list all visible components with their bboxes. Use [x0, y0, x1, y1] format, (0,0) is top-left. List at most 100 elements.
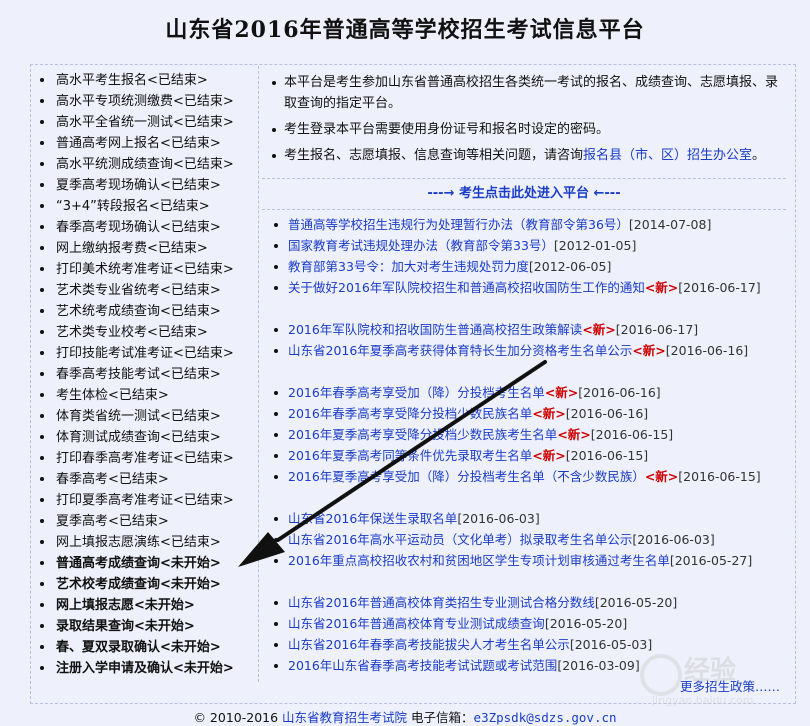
sidebar-item-label: 网上缴纳报考费<已结束>	[56, 241, 208, 256]
sidebar-item[interactable]: 考生体检<已结束>	[40, 385, 258, 406]
sidebar-item-label: 网上填报志愿<未开始>	[56, 598, 195, 613]
bullet-icon	[274, 265, 278, 269]
bullet-icon	[274, 328, 278, 332]
sidebar-item[interactable]: 艺术校考成绩查询<未开始>	[40, 574, 258, 595]
news-link[interactable]: 国家教育考试违规处理办法（教育部令第33号）	[288, 238, 554, 253]
sidebar-item[interactable]: 春季高考现场确认<已结束>	[40, 217, 258, 238]
new-badge: <新>	[632, 343, 666, 358]
contact-office-link[interactable]: 报名县（市、区）招生办公室	[583, 148, 752, 163]
news-date: [2016-06-15]	[565, 448, 649, 463]
news-link[interactable]: 2016年夏季高考同等条件优先录取考生名单	[288, 448, 532, 463]
sidebar-item-label: “3+4”转段报名<已结束>	[56, 199, 210, 214]
sidebar-item[interactable]: 春季高考<已结束>	[40, 469, 258, 490]
news-link[interactable]: 2016年军队院校和招收国防生普通高校招生政策解读	[288, 322, 582, 337]
sidebar-item-label: 高水平考生报名<已结束>	[56, 73, 208, 88]
sidebar-item[interactable]: 高水平专项统测缴费<已结束>	[40, 91, 258, 112]
news-link[interactable]: 2016年重点高校招收农村和贫困地区学生专项计划审核通过考生名单	[288, 553, 670, 568]
news-date: [2014-07-08]	[628, 217, 712, 232]
new-badge: <新>	[532, 448, 566, 463]
news-link[interactable]: 普通高等学校招生违规行为处理暂行办法（教育部令第36号）	[288, 217, 629, 232]
sidebar-item[interactable]: 录取结果查询<未开始>	[40, 616, 258, 637]
sidebar-item[interactable]: 艺术统考成绩查询<已结束>	[40, 301, 258, 322]
sidebar-item[interactable]: 艺术类专业校考<已结束>	[40, 322, 258, 343]
bullet-icon	[40, 329, 44, 334]
new-badge: <新>	[557, 427, 591, 442]
bullet-icon	[40, 392, 44, 397]
bullet-icon	[40, 77, 44, 82]
news-item: 山东省2016年夏季高考获得体育特长生加分资格考生名单公示<新>[2016-06…	[268, 340, 786, 382]
news-link[interactable]: 2016年夏季高考享受降分投档少数民族考生名单	[288, 427, 557, 442]
sidebar-item[interactable]: 注册入学申请及确认<未开始>	[40, 658, 258, 679]
notice-item: 考生报名、志愿填报、信息查询等相关问题，请咨询报名县（市、区）招生办公室。	[268, 145, 786, 166]
bullet-icon	[274, 244, 278, 248]
sidebar-item[interactable]: 打印美术统考准考证<已结束>	[40, 259, 258, 280]
news-list: 普通高等学校招生违规行为处理暂行办法（教育部令第36号）[2014-07-08]…	[268, 214, 786, 676]
news-link[interactable]: 2016年夏季高考享受加（降）分投档考生名单（不含少数民族）	[288, 469, 645, 484]
news-date: [2016-06-03]	[632, 532, 715, 547]
bullet-icon	[40, 119, 44, 124]
news-link[interactable]: 教育部第33号令：加大对考生违规处罚力度	[288, 259, 529, 274]
news-date: [2016-05-20]	[594, 595, 678, 610]
news-date: [2016-06-16]	[665, 343, 749, 358]
sidebar-item[interactable]: 体育测试成绩查询<已结束>	[40, 427, 258, 448]
sidebar-item[interactable]: 夏季高考现场确认<已结束>	[40, 175, 258, 196]
bullet-icon	[274, 412, 278, 416]
sidebar-item[interactable]: 高水平考生报名<已结束>	[40, 70, 258, 91]
news-link[interactable]: 2016年山东省春季高考技能考试试题或考试范围	[288, 658, 557, 673]
bullet-icon	[40, 287, 44, 292]
sidebar-item-label: 高水平统测成绩查询<已结束>	[56, 157, 234, 172]
notice-text: 考生报名、志愿填报、信息查询等相关问题，请咨询	[284, 148, 584, 163]
news-date: [2016-06-17]	[615, 322, 699, 337]
bullet-icon	[40, 182, 44, 187]
sidebar-item[interactable]: 春季高考技能考试<已结束>	[40, 364, 258, 385]
news-link[interactable]: 山东省2016年高水平运动员（文化单考）拟录取考生名单公示	[288, 532, 632, 547]
sidebar-item-label: 夏季高考现场确认<已结束>	[56, 178, 221, 193]
sidebar-item[interactable]: 打印春季高考准考证<已结束>	[40, 448, 258, 469]
news-item: 关于做好2016年军队院校招生和普通高校招收国防生工作的通知<新>[2016-0…	[268, 277, 786, 319]
news-link[interactable]: 2016年春季高考享受降分投档少数民族名单	[288, 406, 532, 421]
sidebar-item-label: 注册入学申请及确认<未开始>	[56, 661, 234, 676]
news-link[interactable]: 山东省2016年普通高校体育类招生专业测试合格分数线	[288, 595, 595, 610]
news-item: 普通高等学校招生违规行为处理暂行办法（教育部令第36号）[2014-07-08]	[268, 214, 786, 235]
sidebar-item-label: 录取结果查询<未开始>	[56, 619, 195, 634]
bullet-icon	[40, 581, 44, 586]
sidebar-item[interactable]: 网上缴纳报考费<已结束>	[40, 238, 258, 259]
sidebar-item[interactable]: 高水平统测成绩查询<已结束>	[40, 154, 258, 175]
sidebar-item-label: 夏季高考<已结束>	[56, 514, 169, 529]
enter-platform-link[interactable]: ---→ 考生点击此处进入平台 ←---	[262, 178, 786, 210]
news-link[interactable]: 山东省2016年春季高考技能拔尖人才考生名单公示	[288, 637, 570, 652]
sidebar-item[interactable]: 网上填报志愿演练<已结束>	[40, 532, 258, 553]
bullet-icon	[274, 391, 278, 395]
news-link[interactable]: 关于做好2016年军队院校招生和普通高校招收国防生工作的通知	[288, 280, 645, 295]
news-link[interactable]: 山东省2016年保送生录取名单	[288, 511, 457, 526]
bullet-icon	[40, 497, 44, 502]
bullet-icon	[274, 643, 278, 647]
new-badge: <新>	[532, 406, 566, 421]
sidebar-item[interactable]: 艺术类专业省统考<已结束>	[40, 280, 258, 301]
news-link[interactable]: 2016年春季高考享受加（降）分投档考生名单	[288, 385, 545, 400]
sidebar-item-label: 春、夏双录取确认<未开始>	[56, 640, 221, 655]
news-date: [2016-03-09]	[557, 658, 640, 673]
news-item: 山东省2016年高水平运动员（文化单考）拟录取考生名单公示[2016-06-03…	[268, 529, 786, 550]
news-date: [2016-06-17]	[678, 280, 761, 295]
sidebar-item-label: 高水平专项统测缴费<已结束>	[56, 94, 234, 109]
sidebar-item[interactable]: 普通高考网上报名<已结束>	[40, 133, 258, 154]
sidebar-item[interactable]: 网上填报志愿<未开始>	[40, 595, 258, 616]
sidebar-item[interactable]: 高水平全省统一测试<已结束>	[40, 112, 258, 133]
sidebar-item[interactable]: “3+4”转段报名<已结束>	[40, 196, 258, 217]
sidebar-item[interactable]: 体育类省统一测试<已结束>	[40, 406, 258, 427]
sidebar-item[interactable]: 打印技能考试准考证<已结束>	[40, 343, 258, 364]
sidebar-item-label: 普通高考网上报名<已结束>	[56, 136, 221, 151]
bullet-icon	[274, 433, 278, 437]
news-link[interactable]: 山东省2016年夏季高考获得体育特长生加分资格考生名单公示	[288, 343, 632, 358]
sidebar-item-label: 普通高考成绩查询<未开始>	[56, 556, 221, 571]
sidebar-item[interactable]: 春、夏双录取确认<未开始>	[40, 637, 258, 658]
sidebar-item-label: 高水平全省统一测试<已结束>	[56, 115, 234, 130]
bullet-icon	[40, 350, 44, 355]
footer: © 2010-2016 山东省教育招生考试院 电子信箱：e3Zpsdk@sdzs…	[0, 707, 810, 726]
news-link[interactable]: 山东省2016年普通高校体育专业测试成绩查询	[288, 616, 545, 631]
sidebar-item[interactable]: 打印夏季高考准考证<已结束>	[40, 490, 258, 511]
bullet-icon	[274, 475, 278, 479]
sidebar-item[interactable]: 夏季高考<已结束>	[40, 511, 258, 532]
sidebar-item[interactable]: 普通高考成绩查询<未开始>	[40, 553, 258, 574]
